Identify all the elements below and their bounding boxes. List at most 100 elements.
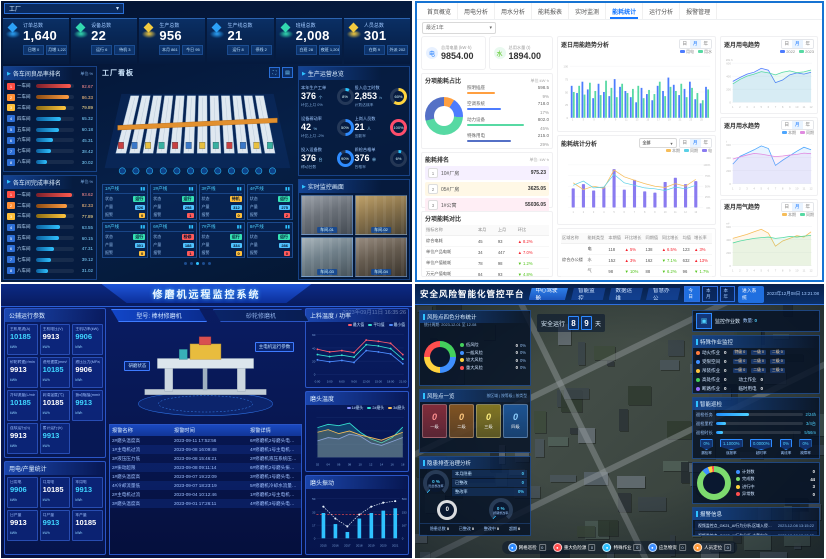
seg-日[interactable]: 日 <box>782 40 793 48</box>
safe-run-label: 安全运行 <box>541 319 565 328</box>
tab-2[interactable]: 用电分析 <box>458 3 495 19</box>
work-sub: 一级 0 <box>733 359 748 364</box>
donut-legend-item[interactable]: 动力设备802.045% <box>467 117 549 131</box>
seg-月[interactable]: 月 <box>792 203 803 211</box>
donut-legend-item[interactable]: 特殊用电215.029% <box>467 133 549 147</box>
tab-8[interactable]: 报警管理 <box>680 3 717 19</box>
seg-年[interactable]: 年 <box>701 40 712 48</box>
donut-legend-item[interactable]: 照明插座598.59% <box>467 85 549 99</box>
enter-system-button[interactable]: 进入系统 <box>738 286 764 303</box>
q4-left-panels: 风险点四色分布统计 统计周期: 2023-12-01 至 12-08 低风险00… <box>419 310 531 536</box>
machine-3d-view[interactable]: 研磨状态主电机运行参数 <box>109 324 302 422</box>
badge-label: 误报率 <box>726 451 737 456</box>
donut-legend-item[interactable]: 空调系统718.017% <box>467 101 549 115</box>
fullscreen-icon[interactable]: ⛶ <box>269 67 280 78</box>
seg-年[interactable]: 年 <box>803 40 814 48</box>
svg-text:2021: 2021 <box>392 543 399 547</box>
nav-4[interactable]: 智慧办公 <box>646 288 680 300</box>
rank-badge: 8 <box>7 159 15 166</box>
factory-3d-view[interactable] <box>100 79 295 183</box>
pagination-dot[interactable] <box>208 262 211 265</box>
map-legend-应急物资[interactable]: ●应急物资0 <box>648 543 686 552</box>
alert-row[interactable]: 视频监控点_GK21_AI行为分析-区域入侵报警(东门)2023-12-08 1… <box>695 521 817 530</box>
tab-5[interactable]: 实时监测 <box>569 3 606 19</box>
seg-月[interactable]: 月 <box>792 40 803 48</box>
tab-1[interactable]: 首页概览 <box>421 3 458 19</box>
line-status-card[interactable]: 7#产线▮▮状态运行产量334报警0 <box>199 222 245 258</box>
risk-card-一级[interactable]: 0一级 <box>422 404 447 438</box>
param-value: 10185 kWh <box>43 398 68 418</box>
factory-select[interactable]: 工厂 ▾ <box>4 3 124 14</box>
rank-row[interactable]: 110#厂房975.23 <box>425 166 549 180</box>
nav-3[interactable]: 数据运维 <box>609 288 643 300</box>
seg-月[interactable]: 月 <box>792 121 803 129</box>
map-legend-特殊作业[interactable]: ●特殊作业0 <box>603 543 641 552</box>
time-tab-本月[interactable]: 本月 <box>702 286 718 302</box>
risk-card-二级[interactable]: 0二级 <box>449 404 474 438</box>
map-legend-重大危险源[interactable]: ●重大危险源0 <box>553 543 596 552</box>
nav-2[interactable]: 智能监控 <box>571 288 605 300</box>
line-status-card[interactable]: 3#产线▮▮状态待机产量312报警0 <box>199 184 245 220</box>
alarm-row[interactable]: 2#磨头温度高2023-09-11 17:52:566#修磨机2号磨头电机温度6… <box>110 436 301 445</box>
time-tab-本年[interactable]: 本年 <box>720 286 736 302</box>
tab-3[interactable]: 用水分析 <box>495 3 532 19</box>
line-status-card[interactable]: 8#产线▮▮状态运行产量286报警0 <box>247 222 293 258</box>
tab-6[interactable]: 能耗统计 <box>606 3 643 19</box>
line-status-card[interactable]: 6#产线▮▮状态检修产量188报警1 <box>150 222 196 258</box>
risk-card-三级[interactable]: 0三级 <box>476 404 501 438</box>
risk-card-四级[interactable]: 0四级 <box>503 404 528 438</box>
seg-年[interactable]: 年 <box>803 203 814 211</box>
table-row: 万元产值电耗8493▼ 4.8% <box>425 269 549 280</box>
nav-1[interactable]: 中心驾驶舱 <box>529 288 569 300</box>
alarm-row[interactable]: 1#磨头温度高2023-09-07 19:22:093#修磨机1号磨头电机温度6… <box>110 472 301 481</box>
camera-tile[interactable]: 车间-01 <box>301 195 353 235</box>
model-tab-1[interactable]: 型号: 棒材修磨机 <box>111 309 207 322</box>
alarm-row[interactable]: 4#冷却流量低2023-09-07 18:23:195#修磨机冷却水流量12L/… <box>110 481 301 490</box>
svg-text:10: 10 <box>664 211 667 214</box>
time-tab-今日[interactable]: 今日 <box>684 286 700 302</box>
seg-日[interactable]: 日 <box>680 139 691 147</box>
alarm-row[interactable]: 1#主电机过流2023-09-08 16:09:484#修磨机1号主电机电流18… <box>110 445 301 454</box>
map-legend-网格巡检[interactable]: ●网格巡检0 <box>508 543 546 552</box>
camera-tile[interactable]: 车间-03 <box>301 237 353 277</box>
stat-icon: 水 <box>494 47 506 59</box>
seg-月[interactable]: 月 <box>690 40 701 48</box>
line-status-card[interactable]: 4#产线▮▮状态运行产量275报警2 <box>247 184 293 220</box>
pagination-dot[interactable] <box>190 262 193 265</box>
area-select[interactable]: 全部▾ <box>639 138 677 148</box>
tab-7[interactable]: 运行分析 <box>643 3 680 19</box>
rank-badge: 5 <box>7 235 15 242</box>
camera-tile[interactable]: 车间-02 <box>355 195 407 235</box>
tab-4[interactable]: 能耗报表 <box>532 3 569 19</box>
seg-日[interactable]: 日 <box>782 121 793 129</box>
pagination-dot[interactable] <box>196 262 199 265</box>
seg-日[interactable]: 日 <box>782 203 793 211</box>
pagination-dot[interactable] <box>202 262 205 265</box>
seg-日[interactable]: 日 <box>680 40 691 48</box>
line-status-card[interactable]: 2#产线▮▮状态运行产量298报警1 <box>150 184 196 220</box>
rank-row[interactable]: 31#公寓55036.05 <box>425 198 549 212</box>
hazard-chip: 超期0 <box>509 526 520 532</box>
line-status-card[interactable]: 5#产线▮▮状态运行产量301报警0 <box>102 222 148 258</box>
q4-right-panels: ▣ 监控作业数 数量: 0 特殊作业监控 动火作业0特级 0一级 0二级 0受限… <box>692 310 820 536</box>
line-card-value: 运行 <box>278 196 290 202</box>
date-range-select[interactable]: 最近1年 ▾ <box>422 22 496 34</box>
line-status-card[interactable]: 1#产线▮▮状态运行产量326报警0 <box>102 184 148 220</box>
seg-年[interactable]: 年 <box>803 121 814 129</box>
alert-row[interactable]: 视频监控点_GK17_AI行为分析-未戴安全帽报警2023-12-08 13:1… <box>695 531 817 535</box>
alarm-row[interactable]: 2#振动超限2023-09-08 09:11:146#修磨机2号磨头振动4.8m… <box>110 463 301 472</box>
seg-月[interactable]: 月 <box>690 139 701 147</box>
alarm-row[interactable]: 3#磨头温度高2023-09-01 17:26:114#修磨机3号磨头电机温度6… <box>110 499 301 508</box>
alarm-row[interactable]: 2#主电机过流2023-09-04 10:12:461#修磨机2号主电机电流18… <box>110 490 301 499</box>
model-tab-2[interactable]: 砂轮修磨机 <box>213 309 309 322</box>
compare-table-panel: 分项能耗对比 指标名称本月上月环比综合电耗4593▲ 8.2%单位产品电耗344… <box>421 211 553 277</box>
rank-row[interactable]: 205#厂房3625.05 <box>425 182 549 196</box>
camera-icon[interactable]: ▣ <box>696 313 712 329</box>
seg-年[interactable]: 年 <box>701 139 712 147</box>
camera-tile[interactable]: 车间-04 <box>355 237 407 277</box>
svg-text:0: 0 <box>314 536 316 540</box>
layout-icon[interactable]: ▤ <box>282 67 293 78</box>
pagination-dot[interactable] <box>184 262 187 265</box>
alarm-row[interactable]: 3#液压压力低2023-09-08 15:46:212#修磨机液压系统压力3.2… <box>110 454 301 463</box>
map-legend-人员定位[interactable]: ●人员定位0 <box>693 543 731 552</box>
